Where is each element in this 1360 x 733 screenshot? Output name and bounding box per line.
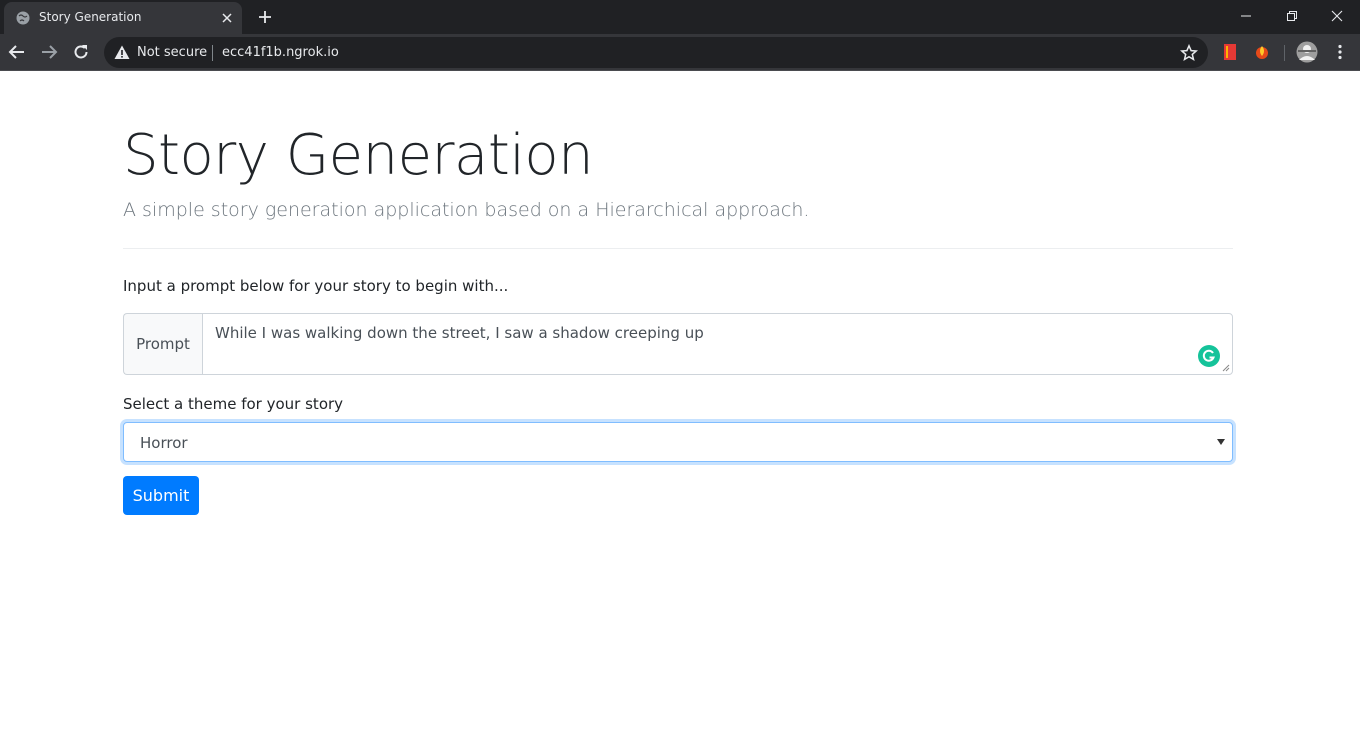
browser-toolbar: Not secure ecc41f1b.ngrok.io [0,34,1360,71]
close-window-icon [1331,10,1343,22]
submit-button[interactable]: Submit [123,476,199,515]
warning-icon[interactable] [114,45,130,60]
chevron-down-icon [1217,439,1225,445]
tab-title: Story Generation [39,10,142,24]
back-button[interactable] [6,41,28,63]
grammarly-icon[interactable] [1198,345,1220,367]
browser-tabstrip: Story Generation [0,0,1360,34]
minimize-icon [1241,15,1251,17]
omnibox-divider [212,45,213,61]
bookmark-extension-icon[interactable] [1221,43,1239,61]
close-icon[interactable] [219,10,235,26]
url-text[interactable]: ecc41f1b.ngrok.io [222,45,339,60]
toolbar-divider [1284,45,1285,61]
prompt-instructions: Input a prompt below for your story to b… [123,277,509,295]
prompt-textarea[interactable]: While I was walking down the street, I s… [202,313,1233,375]
theme-label: Select a theme for your story [123,395,344,413]
plus-icon[interactable] [256,8,274,26]
theme-select[interactable]: Horror [123,422,1233,462]
close-window-button[interactable] [1314,0,1360,32]
forward-button[interactable] [38,41,60,63]
page-viewport: Story Generation A simple story generati… [0,71,1360,733]
prompt-value[interactable]: While I was walking down the street, I s… [215,324,704,342]
back-icon [8,45,24,59]
fire-extension-icon[interactable] [1253,43,1271,61]
page-title: Story Generation [123,123,594,188]
reload-icon [74,45,88,59]
avatar[interactable] [1296,41,1318,63]
page-lead: A simple story generation application ba… [123,199,810,221]
restore-icon [1287,11,1297,21]
theme-selected-value: Horror [140,434,188,452]
divider [123,248,1233,249]
menu-icon[interactable] [1331,43,1349,61]
security-label[interactable]: Not secure [137,45,207,60]
reload-button[interactable] [70,41,92,63]
prompt-input-group: Prompt While I was walking down the stre… [123,313,1233,375]
restore-button[interactable] [1269,0,1315,32]
prompt-label: Prompt [123,313,202,375]
address-bar[interactable]: Not secure ecc41f1b.ngrok.io [104,37,1208,68]
forward-icon [42,45,58,59]
globe-icon [16,11,30,25]
resize-handle-icon[interactable] [1222,364,1230,372]
browser-tab[interactable]: Story Generation [4,2,242,34]
star-icon[interactable] [1180,44,1198,62]
minimize-button[interactable] [1223,0,1269,32]
